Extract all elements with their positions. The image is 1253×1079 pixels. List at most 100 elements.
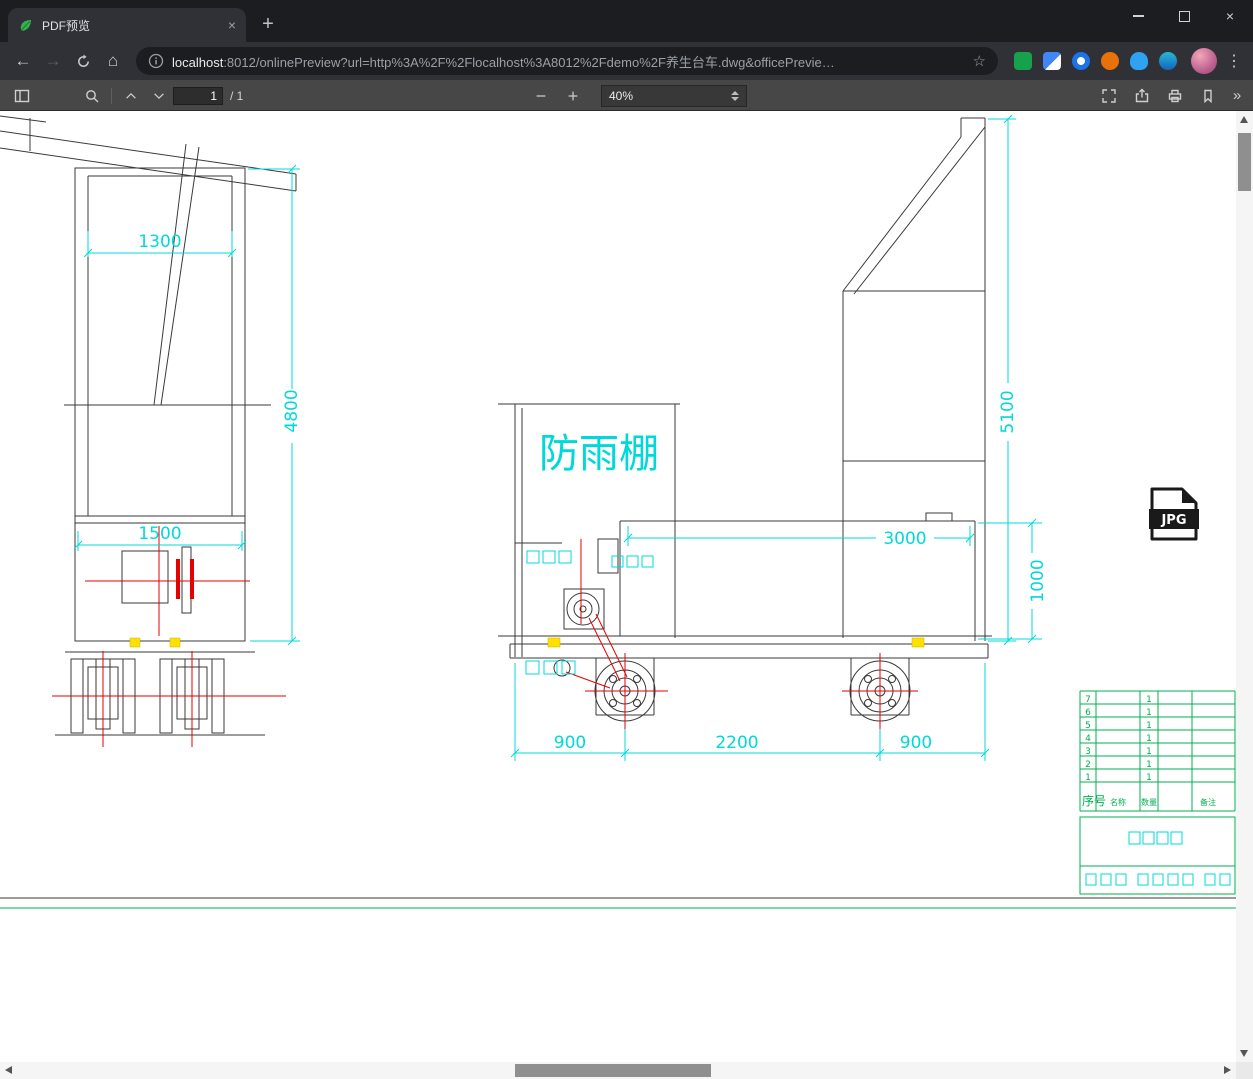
minimize-icon (1132, 15, 1144, 17)
tab-close-icon[interactable]: × (228, 18, 236, 32)
bookmark-star-icon[interactable]: ☆ (973, 52, 986, 70)
maximize-button[interactable] (1161, 0, 1207, 32)
scroll-left-arrow[interactable] (5, 1066, 12, 1074)
pdf-toolbar: / 1 40% (0, 80, 1253, 111)
page-info-icon[interactable] (148, 53, 164, 69)
bookmark-button[interactable] (1194, 83, 1222, 109)
tb-header-name: 名称 (1110, 797, 1126, 807)
chevron-down-icon (154, 92, 164, 99)
zoom-out-button[interactable] (527, 83, 555, 109)
tb-header-note: 备注 (1200, 797, 1216, 807)
sidebar-toggle-icon (14, 89, 30, 102)
address-bar[interactable]: localhost:8012/onlinePreview?url=http%3A… (136, 47, 998, 75)
browser-tab[interactable]: PDF预览 × (8, 8, 246, 42)
scroll-up-arrow[interactable] (1240, 116, 1248, 123)
jpg-file-icon: JPG (1149, 487, 1199, 541)
zoom-level-select[interactable]: 40% (601, 84, 747, 107)
home-button[interactable]: ⌂ (98, 46, 128, 76)
dim-box-height: 1000 (1028, 559, 1048, 602)
open-file-button[interactable] (1128, 83, 1156, 109)
pdf-toolbar-left: / 1 (0, 83, 243, 109)
tb-qty: 1 (1146, 747, 1152, 757)
dim-front-lower-width: 1500 (138, 524, 181, 544)
page-number-input[interactable] (173, 86, 223, 105)
tb-row-no: 6 (1085, 708, 1091, 718)
bookmark-icon (1204, 89, 1212, 103)
tb-row-no: 5 (1085, 721, 1091, 731)
back-button[interactable]: ← (8, 46, 38, 76)
print-icon (1168, 89, 1182, 102)
tb-qty: 1 (1146, 760, 1152, 770)
url-path: :8012/onlinePreview?url=http%3A%2F%2Floc… (223, 54, 835, 70)
tb-row-no: 3 (1085, 747, 1091, 757)
close-button[interactable]: × (1207, 0, 1253, 32)
browser-window: PDF预览 × + × ← → ⌂ localhost:8012/onlineP… (0, 0, 1253, 1079)
horizontal-scrollbar[interactable] (0, 1062, 1236, 1079)
zoom-controls: 40% (527, 80, 747, 111)
tb-qty: 1 (1146, 695, 1152, 705)
pdf-toolbar-right: » (1095, 80, 1247, 111)
dim-side-height: 5100 (998, 390, 1018, 433)
dimension-texts: 1300 4800 1500 5100 3000 1000 900 2200 9… (138, 232, 1048, 753)
dim-left-span: 900 (554, 733, 586, 753)
window-controls: × (1115, 0, 1253, 32)
horizontal-scrollbar-thumb[interactable] (515, 1064, 711, 1077)
select-spinner-icon (731, 90, 739, 101)
zoom-level-value: 40% (609, 88, 634, 103)
reload-button[interactable] (68, 46, 98, 76)
search-icon (86, 89, 99, 102)
next-page-button[interactable] (145, 83, 173, 109)
minus-icon (536, 94, 546, 97)
search-button[interactable] (78, 83, 106, 109)
highlight-markers (129, 637, 925, 648)
extension-icon-2[interactable] (1043, 52, 1061, 70)
minimize-button[interactable] (1115, 0, 1161, 32)
extension-icon-6[interactable] (1159, 52, 1177, 70)
tab-title: PDF预览 (42, 18, 91, 33)
chevron-up-icon (126, 92, 136, 99)
drawing-geometry (0, 115, 1236, 899)
url-text[interactable]: localhost:8012/onlinePreview?url=http%3A… (172, 52, 965, 71)
sidebar-toggle-button[interactable] (8, 83, 36, 109)
tb-qty: 1 (1146, 708, 1152, 718)
open-file-icon (1135, 88, 1149, 102)
tb-row-no: 2 (1085, 760, 1091, 770)
reload-icon (77, 53, 89, 67)
plus-icon (568, 91, 578, 100)
dim-front-width: 1300 (138, 232, 181, 252)
vertical-scrollbar[interactable] (1236, 111, 1253, 1062)
vertical-scrollbar-thumb[interactable] (1238, 133, 1251, 191)
dim-right-span: 900 (900, 733, 932, 753)
new-tab-button[interactable]: + (254, 10, 282, 38)
shelter-label: 防雨棚 (539, 431, 659, 477)
tb-qty: 1 (1146, 721, 1152, 731)
browser-menu-button[interactable]: ⋮ (1223, 51, 1245, 71)
pdf-page: 1300 4800 1500 5100 3000 1000 900 2200 9… (0, 111, 1236, 1062)
zoom-in-button[interactable] (559, 83, 587, 109)
tb-qty: 1 (1146, 773, 1152, 783)
favicon-leaf-icon (20, 20, 31, 31)
extension-icon-1[interactable] (1014, 52, 1032, 70)
extension-icon-3[interactable] (1072, 52, 1090, 70)
tb-header-no: 序号 (1082, 793, 1106, 808)
dimension-lines (73, 114, 1231, 886)
extensions-row (1014, 52, 1177, 70)
dim-box-width: 3000 (883, 529, 926, 549)
print-button[interactable] (1161, 83, 1189, 109)
scrollbar-corner (1236, 1062, 1253, 1079)
page-count-label: / 1 (230, 88, 244, 103)
scroll-down-arrow[interactable] (1240, 1050, 1248, 1057)
dim-mid-span: 2200 (715, 733, 758, 753)
presentation-mode-button[interactable] (1095, 83, 1123, 109)
red-details (176, 559, 194, 599)
extension-icon-5[interactable] (1130, 52, 1148, 70)
scroll-right-arrow[interactable] (1224, 1066, 1231, 1074)
profile-avatar[interactable] (1191, 48, 1217, 74)
forward-button[interactable]: → (38, 46, 68, 76)
previous-page-button[interactable] (117, 83, 145, 109)
tb-row-no: 4 (1085, 734, 1091, 744)
extension-icon-4[interactable] (1101, 52, 1119, 70)
maximize-icon (1178, 10, 1190, 22)
fullscreen-icon (1102, 88, 1116, 103)
more-tools-button[interactable]: » (1227, 87, 1247, 104)
